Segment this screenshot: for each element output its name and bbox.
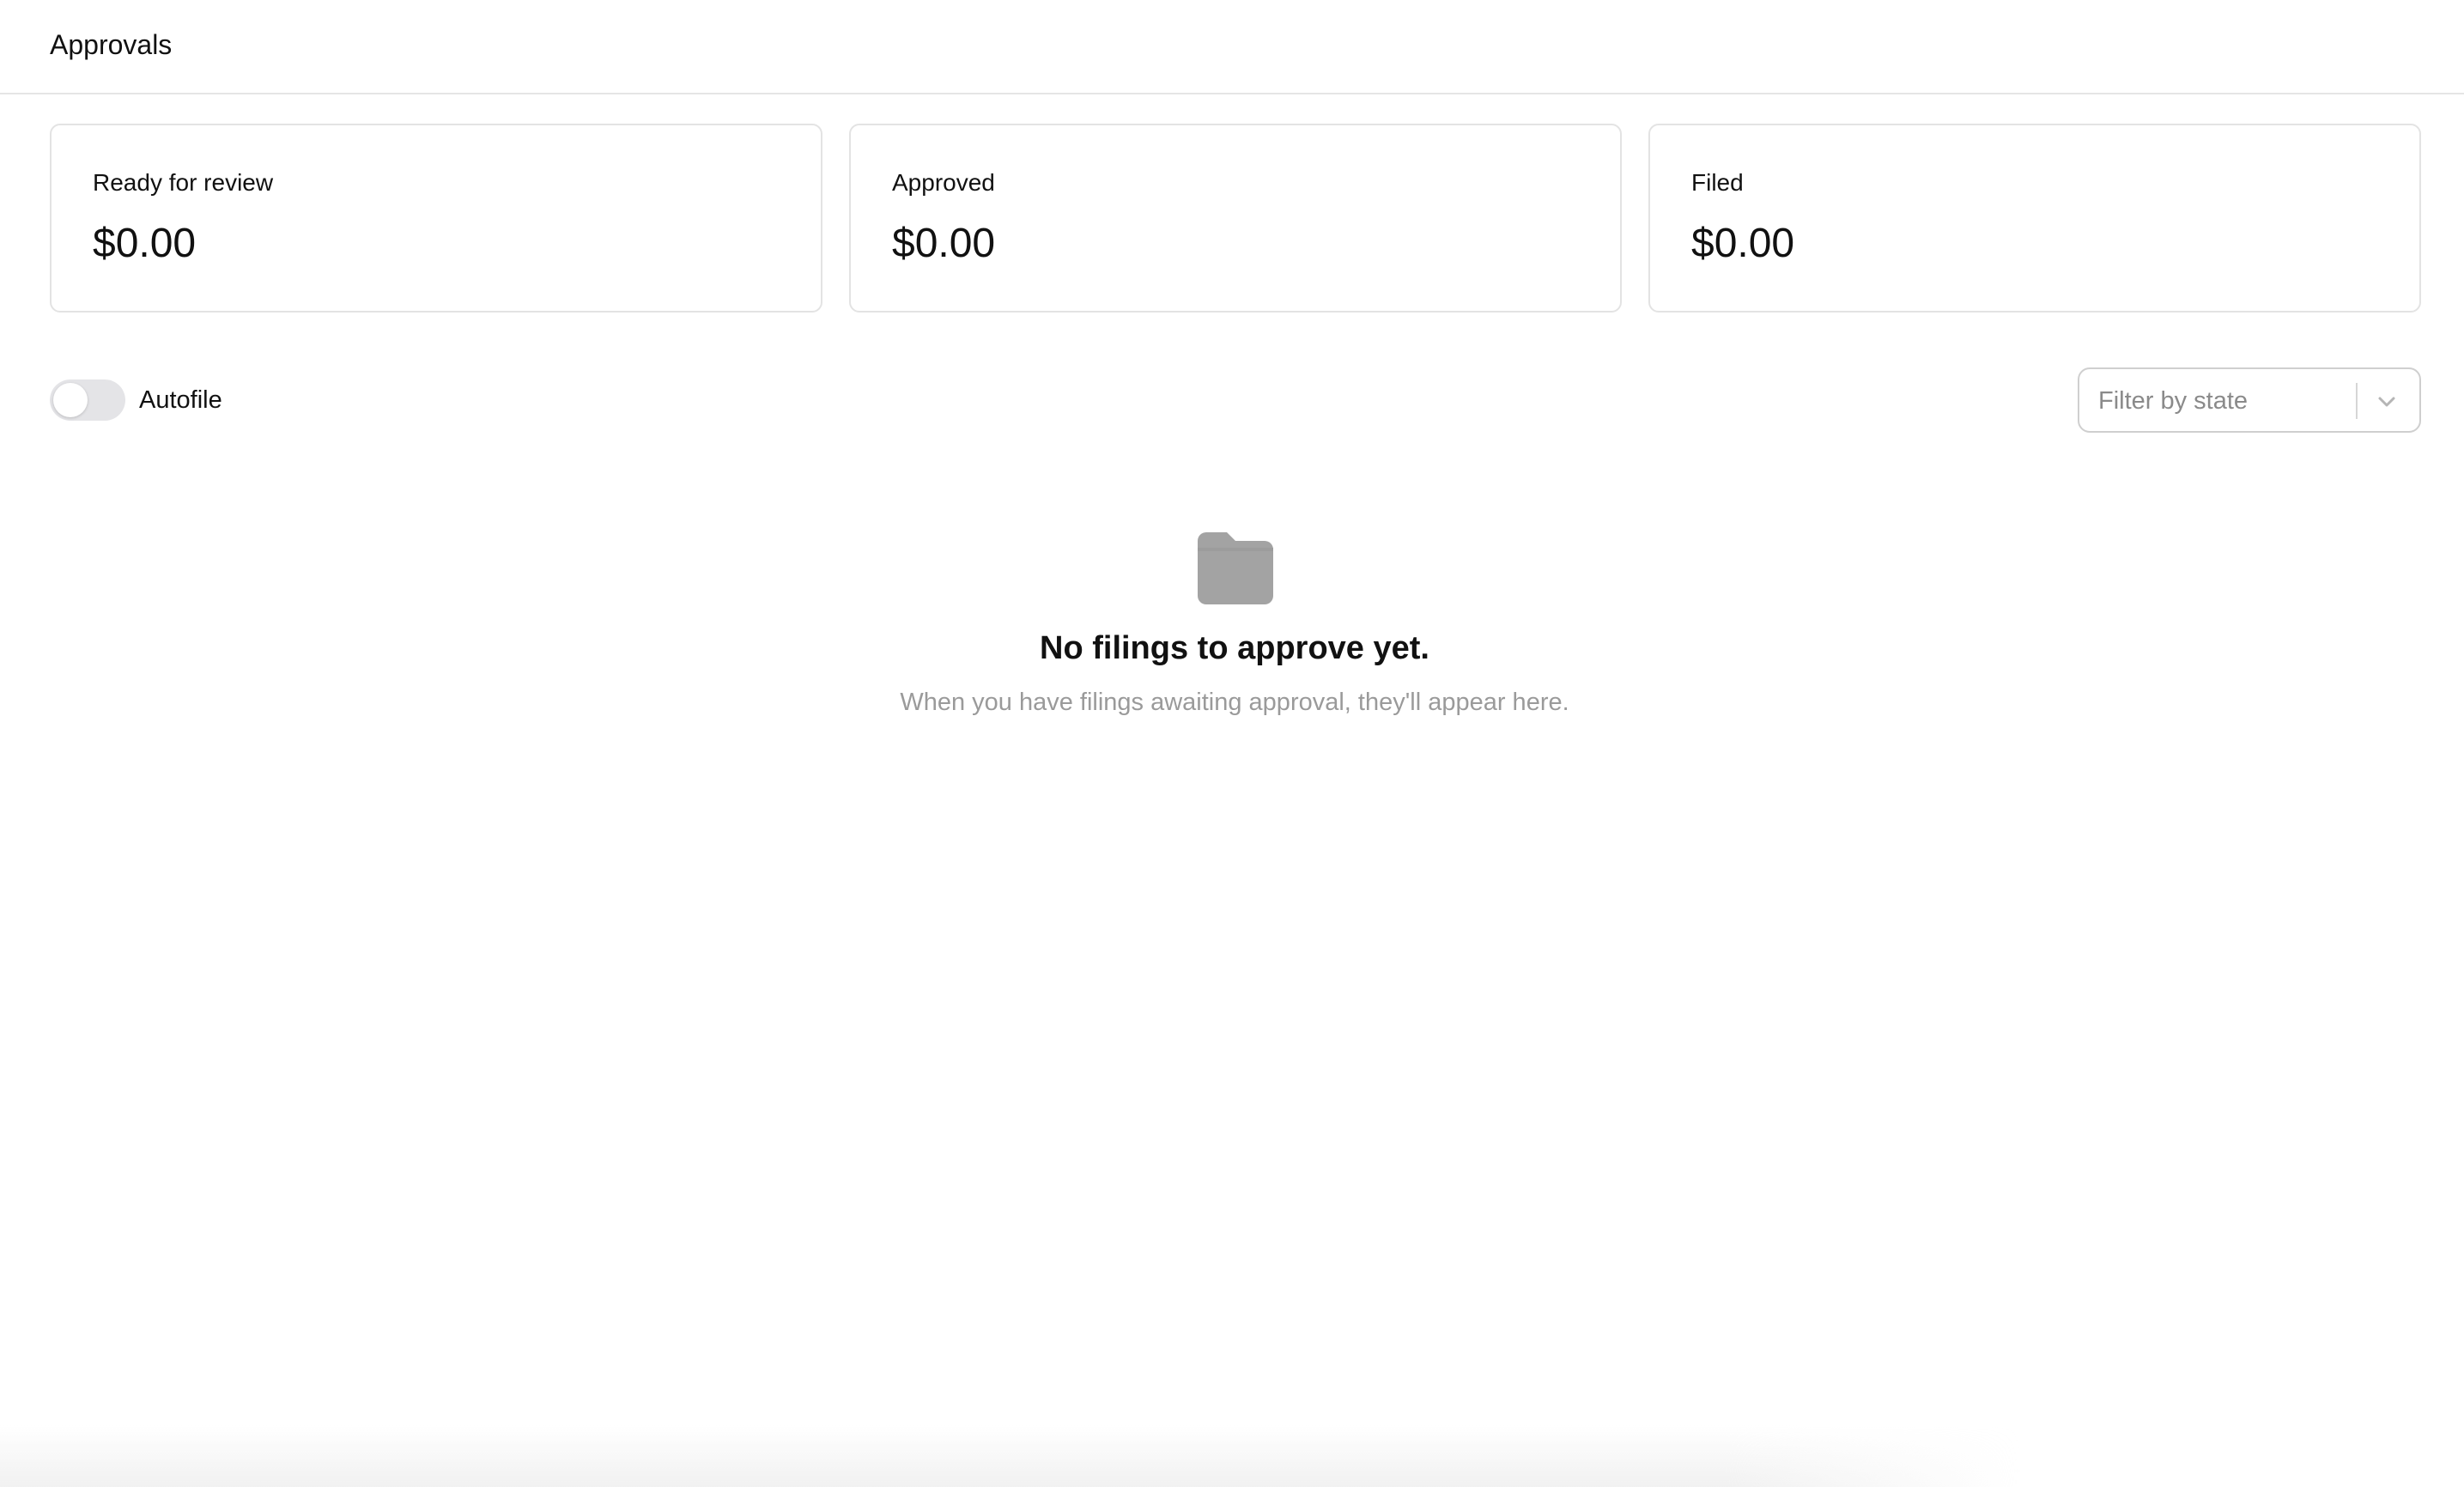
page-title: Approvals bbox=[50, 29, 173, 60]
autofile-label: Autofile bbox=[139, 386, 222, 414]
summary-card-label: Ready for review bbox=[93, 169, 274, 196]
filter-by-state-select[interactable]: Filter by state bbox=[2078, 367, 2421, 433]
summary-card-label: Approved bbox=[892, 169, 995, 196]
filter-placeholder: Filter by state bbox=[2098, 387, 2249, 415]
summary-cards: Ready for review $0.00 Approved $0.00 Fi… bbox=[50, 124, 2421, 313]
bottom-fade bbox=[0, 1425, 2464, 1487]
summary-card-filed: Filed $0.00 bbox=[1648, 124, 2421, 313]
autofile-toggle[interactable] bbox=[50, 379, 125, 421]
summary-card-label: Filed bbox=[1691, 169, 1744, 196]
toggle-knob bbox=[53, 383, 88, 417]
folder-icon bbox=[1198, 532, 1273, 604]
select-divider bbox=[2356, 383, 2358, 419]
summary-card-approved: Approved $0.00 bbox=[849, 124, 1622, 313]
summary-card-value: $0.00 bbox=[1691, 221, 1795, 266]
empty-state-subtitle: When you have filings awaiting approval,… bbox=[900, 689, 1569, 716]
chevron-down-icon[interactable] bbox=[2371, 386, 2402, 417]
summary-card-ready-for-review: Ready for review $0.00 bbox=[50, 124, 822, 313]
summary-card-value: $0.00 bbox=[93, 221, 197, 266]
empty-state-title: No filings to approve yet. bbox=[1040, 630, 1429, 666]
page-header: Approvals bbox=[0, 0, 2464, 94]
summary-card-value: $0.00 bbox=[892, 221, 996, 266]
